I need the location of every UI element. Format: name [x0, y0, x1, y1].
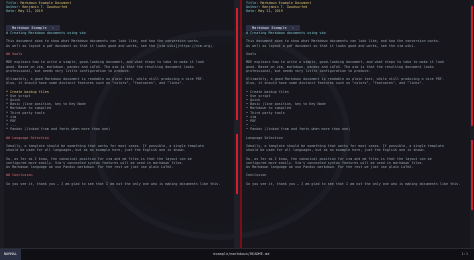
left-tab-label: Markdown Example	[12, 26, 47, 30]
text-line[interactable]: MDE explains how to write a simple, good…	[6, 60, 228, 64]
metadata-line: Date: May 21, 2019	[6, 9, 228, 13]
right-tab-label: Markdown Example	[252, 26, 287, 30]
metadata-value: May 21, 2019	[18, 9, 43, 13]
left-text-body[interactable]: # Creating Markdown documents using vim …	[6, 31, 228, 186]
text-line[interactable]: MDE explains how to write a simple, good…	[246, 60, 468, 64]
metadata-key: Date	[6, 9, 14, 13]
text-line[interactable]: This document aims to show what Markdown…	[246, 39, 468, 43]
right-editor-pane[interactable]: Title: Markdown Example DocumentAuthor: …	[240, 0, 474, 248]
left-tabline: Markdown Example ✕	[6, 25, 228, 31]
text-line[interactable]: So you see it, thank you — I am glad to …	[246, 182, 468, 186]
left-tab-markdown-example[interactable]: Markdown Example ✕	[6, 25, 60, 31]
diff-marker	[471, 6, 473, 126]
text-line[interactable]: This document aims to show what Markdown…	[6, 39, 228, 43]
right-tab-markdown-example[interactable]: Markdown Example ✕	[246, 25, 300, 31]
left-pane-content[interactable]: Title: Markdown Example DocumentAuthor: …	[6, 0, 228, 248]
right-tabline: Markdown Example ✕	[246, 25, 468, 31]
text-line[interactable]: So you see it, thank you — I am glad to …	[6, 182, 228, 186]
right-edge-bar	[470, 0, 474, 248]
metadata-key: Date	[246, 9, 254, 13]
text-line[interactable]: As well as layout a pdf document so that…	[6, 44, 228, 48]
file-path: example/markdown/README.md	[29, 252, 454, 256]
mode-indicator: NORMAL	[0, 249, 21, 260]
right-pane-content[interactable]: Title: Markdown Example DocumentAuthor: …	[246, 0, 468, 248]
cursor-position: 1:1	[462, 252, 474, 256]
left-gutter	[0, 0, 4, 248]
vim-editor-window: Title: Markdown Example DocumentAuthor: …	[0, 0, 474, 259]
metadata-value: May 21, 2019	[258, 9, 283, 13]
right-gutter	[240, 0, 242, 248]
diff-marker	[236, 134, 238, 194]
close-icon[interactable]: ✕	[52, 26, 54, 30]
close-icon[interactable]: ✕	[292, 26, 294, 30]
left-editor-pane[interactable]: Title: Markdown Example DocumentAuthor: …	[0, 0, 234, 248]
diff-marker	[471, 140, 473, 210]
status-line: NORMAL example/markdown/README.md 1:1	[0, 248, 474, 260]
metadata-line: Date: May 21, 2019	[246, 9, 468, 13]
right-text-body[interactable]: # Creating Markdown documents using vim …	[246, 31, 468, 186]
diff-marker	[236, 8, 238, 120]
right-metadata-header: Title: Markdown Example DocumentAuthor: …	[246, 0, 468, 23]
left-metadata-header: Title: Markdown Example DocumentAuthor: …	[6, 0, 228, 23]
